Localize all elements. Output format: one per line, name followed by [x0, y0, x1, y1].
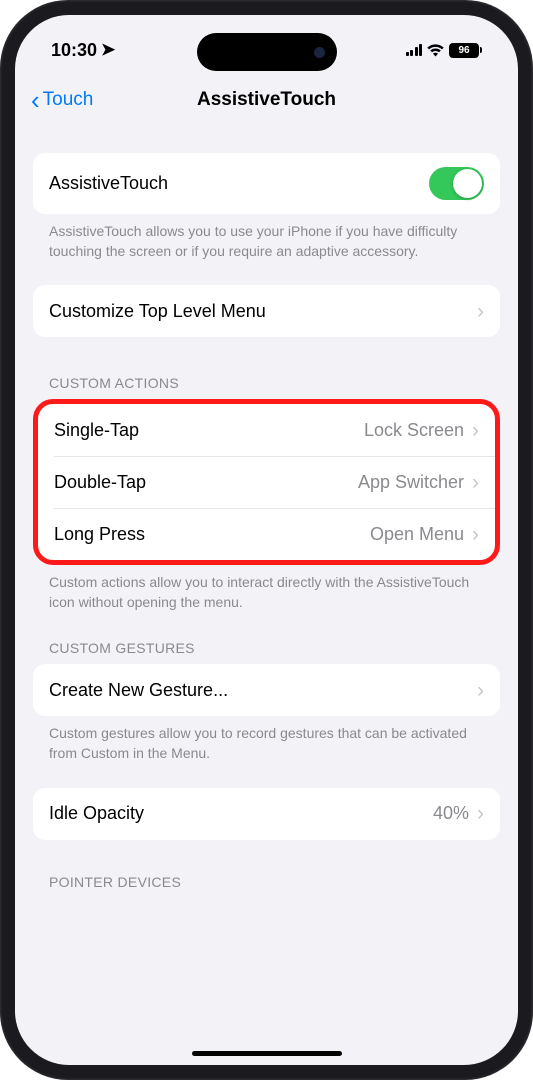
screen: 10:30 ➤ 96 ‹ Touch Assistiv [15, 15, 518, 1065]
page-title: AssistiveTouch [197, 89, 336, 111]
row-label: Long Press [54, 524, 145, 545]
group-customize: Customize Top Level Menu › [33, 285, 500, 337]
group-header: POINTER DEVICES [33, 874, 500, 898]
toggle-on[interactable] [429, 167, 484, 200]
chevron-right-icon: › [472, 420, 479, 441]
row-value: Lock Screen [364, 420, 464, 441]
row-single-tap[interactable]: Single-Tap Lock Screen › [38, 404, 495, 456]
row-label: Idle Opacity [49, 803, 144, 824]
navigation-bar: ‹ Touch AssistiveTouch [15, 75, 518, 125]
row-value: Open Menu [370, 524, 464, 545]
volume-up-button [0, 230, 1, 295]
phone-frame: 10:30 ➤ 96 ‹ Touch Assistiv [0, 0, 533, 1080]
front-camera [314, 47, 325, 58]
group-footer: AssistiveTouch allows you to use your iP… [33, 214, 500, 261]
volume-down-button [0, 310, 1, 375]
row-label: Create New Gesture... [49, 680, 228, 701]
back-button[interactable]: ‹ Touch [31, 87, 93, 113]
group-custom-gestures: CUSTOM GESTURES Create New Gesture... › … [33, 640, 500, 763]
chevron-left-icon: ‹ [31, 87, 40, 113]
wifi-icon [426, 43, 445, 57]
toggle-knob [453, 169, 482, 198]
row-double-tap[interactable]: Double-Tap App Switcher › [38, 456, 495, 508]
group-pointer-devices: POINTER DEVICES [33, 874, 500, 898]
chevron-right-icon: › [472, 524, 479, 545]
back-label: Touch [43, 89, 94, 111]
row-value: App Switcher [358, 472, 464, 493]
group-footer: Custom actions allow you to interact dir… [33, 565, 500, 612]
chevron-right-icon: › [472, 472, 479, 493]
group-footer: Custom gestures allow you to record gest… [33, 716, 500, 763]
battery-indicator: 96 [449, 43, 482, 58]
chevron-right-icon: › [477, 680, 484, 701]
row-label: Single-Tap [54, 420, 139, 441]
chevron-right-icon: › [477, 803, 484, 824]
home-indicator[interactable] [192, 1051, 342, 1056]
row-value: 40% [433, 803, 469, 824]
mute-switch [0, 170, 1, 205]
location-icon: ➤ [101, 40, 115, 60]
group-header: CUSTOM ACTIONS [33, 375, 500, 399]
group-assistivetouch: AssistiveTouch AssistiveTouch allows you… [33, 153, 500, 261]
row-customize-top-level-menu[interactable]: Customize Top Level Menu › [33, 285, 500, 337]
content: AssistiveTouch AssistiveTouch allows you… [15, 125, 518, 1065]
row-assistivetouch-toggle[interactable]: AssistiveTouch [33, 153, 500, 214]
group-custom-actions: CUSTOM ACTIONS Single-Tap Lock Screen › … [33, 375, 500, 612]
row-label: Double-Tap [54, 472, 146, 493]
chevron-right-icon: › [477, 301, 484, 322]
row-label: AssistiveTouch [49, 173, 168, 194]
row-long-press[interactable]: Long Press Open Menu › [38, 508, 495, 560]
row-create-new-gesture[interactable]: Create New Gesture... › [33, 664, 500, 716]
row-label: Customize Top Level Menu [49, 301, 266, 322]
dynamic-island [197, 33, 337, 71]
highlighted-card: Single-Tap Lock Screen › Double-Tap App … [33, 399, 500, 565]
row-idle-opacity[interactable]: Idle Opacity 40% › [33, 788, 500, 840]
battery-percent: 96 [458, 45, 469, 56]
group-idle-opacity: Idle Opacity 40% › [33, 788, 500, 840]
group-header: CUSTOM GESTURES [33, 640, 500, 664]
cellular-signal-icon [406, 44, 423, 56]
status-time: 10:30 [51, 40, 97, 61]
